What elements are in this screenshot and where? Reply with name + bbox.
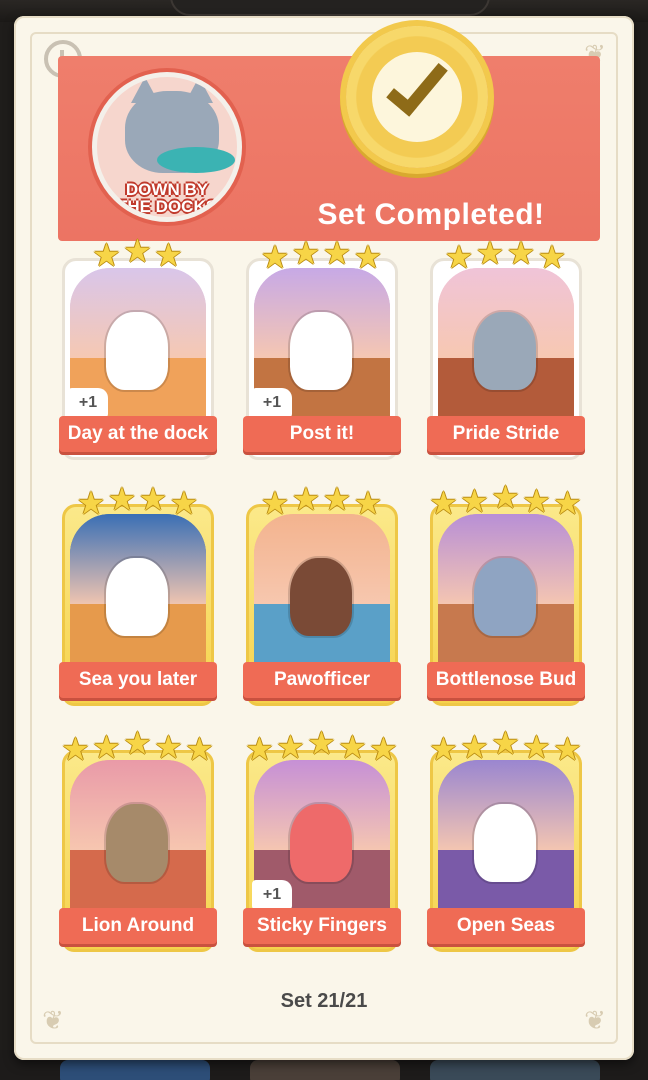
star-icon: ★ bbox=[260, 238, 290, 276]
card-artwork bbox=[438, 514, 574, 670]
card[interactable]: +1 Day at the dock ★ ★ ★ bbox=[59, 235, 217, 460]
artwork-character bbox=[290, 558, 352, 636]
card[interactable]: Open Seas ★ ★ ★ ★ ★ bbox=[427, 727, 585, 952]
star-icon: ★ bbox=[92, 236, 121, 274]
star-icon: ★ bbox=[154, 728, 183, 766]
card[interactable]: Bottlenose Bud ★ ★ ★ ★ ★ bbox=[427, 481, 585, 706]
star-icon: ★ bbox=[553, 484, 582, 522]
artwork-character bbox=[106, 804, 168, 882]
star-icon: ★ bbox=[107, 480, 137, 518]
background-set-tile bbox=[250, 1060, 400, 1080]
artwork-character bbox=[474, 312, 536, 390]
star-icon: ★ bbox=[92, 728, 121, 766]
card-name: Pride Stride bbox=[427, 416, 585, 452]
card[interactable]: Lion Around ★ ★ ★ ★ ★ bbox=[59, 727, 217, 952]
star-rating: ★ ★ ★ ★ bbox=[62, 483, 214, 530]
star-icon: ★ bbox=[522, 482, 551, 520]
artwork-character bbox=[474, 804, 536, 882]
star-icon: ★ bbox=[353, 238, 383, 276]
duplicate-count-badge: +1 bbox=[68, 388, 108, 418]
star-icon: ★ bbox=[429, 730, 458, 768]
star-icon: ★ bbox=[138, 480, 168, 518]
card[interactable]: Sea you later ★ ★ ★ ★ bbox=[59, 483, 217, 706]
star-icon: ★ bbox=[429, 484, 458, 522]
card-artwork bbox=[70, 760, 206, 916]
card-grid: +1 Day at the dock ★ ★ ★ +1 Post it! ★ ★ ★ ★ Pride … bbox=[14, 16, 634, 1060]
star-icon: ★ bbox=[369, 730, 398, 768]
star-icon: ★ bbox=[553, 730, 582, 768]
star-icon: ★ bbox=[123, 232, 152, 270]
card-name: Pawofficer bbox=[243, 662, 401, 698]
card-name: Bottlenose Bud bbox=[427, 662, 585, 698]
star-rating: ★ ★ ★ ★ bbox=[246, 237, 398, 284]
star-icon: ★ bbox=[522, 728, 551, 766]
star-icon: ★ bbox=[322, 234, 352, 272]
star-icon: ★ bbox=[260, 484, 290, 522]
star-icon: ★ bbox=[353, 484, 383, 522]
star-icon: ★ bbox=[123, 724, 152, 762]
star-icon: ★ bbox=[491, 724, 520, 762]
star-rating: ★ ★ ★ ★ ★ bbox=[429, 481, 582, 530]
star-icon: ★ bbox=[245, 730, 274, 768]
card-artwork bbox=[254, 514, 390, 670]
card[interactable]: Pride Stride ★ ★ ★ ★ bbox=[427, 237, 585, 460]
star-rating: ★ ★ ★ bbox=[62, 235, 214, 284]
star-icon: ★ bbox=[61, 730, 90, 768]
set-count: Set 21/21 bbox=[280, 990, 368, 1012]
star-icon: ★ bbox=[491, 478, 520, 516]
star-icon: ★ bbox=[291, 234, 321, 272]
star-icon: ★ bbox=[185, 730, 214, 768]
card[interactable]: Pawofficer ★ ★ ★ ★ bbox=[243, 483, 401, 706]
card-artwork bbox=[70, 514, 206, 670]
card-name: Lion Around bbox=[59, 908, 217, 944]
star-icon: ★ bbox=[322, 480, 352, 518]
star-icon: ★ bbox=[444, 238, 474, 276]
star-icon: ★ bbox=[460, 482, 489, 520]
card-name: Post it! bbox=[243, 416, 401, 452]
star-icon: ★ bbox=[276, 728, 305, 766]
card-artwork bbox=[438, 760, 574, 916]
duplicate-count-badge: +1 bbox=[252, 880, 292, 910]
card-artwork bbox=[438, 268, 574, 424]
card-name: Open Seas bbox=[427, 908, 585, 944]
background-set-tile bbox=[430, 1060, 600, 1080]
background-set-tile bbox=[60, 1060, 210, 1080]
artwork-character bbox=[106, 312, 168, 390]
star-icon: ★ bbox=[169, 484, 199, 522]
star-icon: ★ bbox=[307, 724, 336, 762]
artwork-character bbox=[106, 558, 168, 636]
star-rating: ★ ★ ★ ★ bbox=[246, 483, 398, 530]
star-icon: ★ bbox=[537, 238, 567, 276]
star-rating: ★ ★ ★ ★ ★ bbox=[429, 727, 582, 776]
star-icon: ★ bbox=[460, 728, 489, 766]
card[interactable]: +1 Sticky Fingers ★ ★ ★ ★ ★ bbox=[243, 727, 401, 952]
artwork-character bbox=[474, 558, 536, 636]
star-icon: ★ bbox=[506, 234, 536, 272]
star-icon: ★ bbox=[291, 480, 321, 518]
duplicate-count-badge: +1 bbox=[252, 388, 292, 418]
star-icon: ★ bbox=[76, 484, 106, 522]
star-icon: ★ bbox=[475, 234, 505, 272]
star-rating: ★ ★ ★ ★ bbox=[430, 237, 582, 284]
artwork-character bbox=[290, 804, 352, 882]
star-rating: ★ ★ ★ ★ ★ bbox=[245, 727, 398, 776]
star-rating: ★ ★ ★ ★ ★ bbox=[61, 727, 214, 776]
star-icon: ★ bbox=[154, 236, 183, 274]
card-name: Sticky Fingers bbox=[243, 908, 401, 944]
card-name: Sea you later bbox=[59, 662, 217, 698]
set-album-panel: ❦ ❦ ❦ DOWN BY THE DOCKS Set Completed! +… bbox=[14, 16, 634, 1060]
card[interactable]: +1 Post it! ★ ★ ★ ★ bbox=[243, 237, 401, 460]
card-name: Day at the dock bbox=[59, 416, 217, 452]
star-icon: ★ bbox=[338, 728, 367, 766]
background-title-decoration bbox=[170, 0, 490, 16]
artwork-character bbox=[290, 312, 352, 390]
